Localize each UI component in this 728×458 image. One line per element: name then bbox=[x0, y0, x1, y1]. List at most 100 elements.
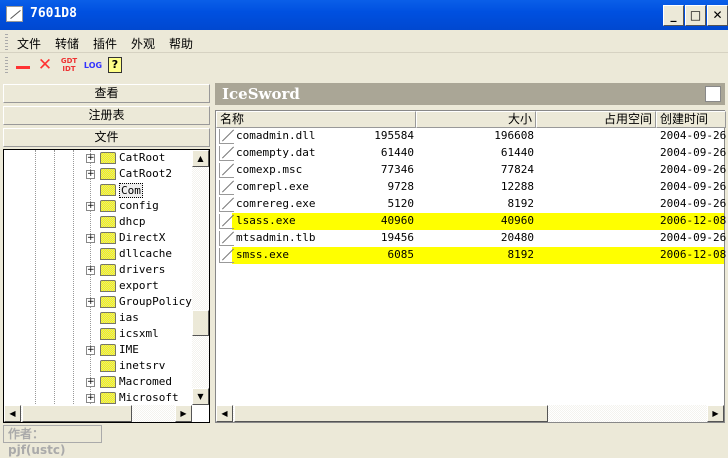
column-name[interactable]: 名称 bbox=[216, 111, 416, 128]
scroll-down-button[interactable]: ▼ bbox=[192, 388, 209, 405]
tree-horizontal-scrollbar[interactable]: ◀ ▶ bbox=[4, 405, 192, 422]
expand-icon[interactable]: + bbox=[86, 266, 95, 275]
tree-item[interactable]: export bbox=[4, 278, 194, 294]
menu-plugins[interactable]: 插件 bbox=[93, 35, 117, 52]
column-created[interactable]: 创建时间 bbox=[656, 111, 726, 128]
folder-icon bbox=[100, 168, 116, 180]
tree-item-label: export bbox=[119, 279, 159, 292]
scroll-left-button[interactable]: ◀ bbox=[216, 405, 233, 422]
folder-icon bbox=[100, 184, 116, 196]
tree-item[interactable]: dhcp bbox=[4, 214, 194, 230]
expand-icon[interactable]: + bbox=[86, 378, 95, 387]
file-size: 195584 bbox=[374, 129, 414, 142]
file-size: 77346 bbox=[380, 163, 414, 176]
file-name: comrepl.exe bbox=[236, 180, 309, 193]
gdt-label: GDT bbox=[60, 57, 78, 65]
folder-icon bbox=[100, 360, 116, 372]
list-horizontal-scrollbar[interactable]: ◀ ▶ bbox=[216, 405, 724, 422]
tree-item[interactable]: + DirectX bbox=[4, 230, 194, 246]
tree-item-label: dllcache bbox=[119, 247, 172, 260]
scroll-thumb[interactable] bbox=[192, 310, 209, 336]
file-row[interactable]: comadmin.dll 195584 196608 2004-09-26 bbox=[216, 128, 726, 145]
title-bar: 7601D8 _ □ ✕ bbox=[0, 0, 728, 30]
tree-item-label: inetsrv bbox=[119, 359, 166, 372]
file-row[interactable]: comempty.dat 61440 61440 2004-09-26 bbox=[216, 145, 726, 162]
folder-icon bbox=[100, 248, 116, 260]
file-allocated: 8192 bbox=[507, 197, 535, 210]
column-allocated[interactable]: 占用空间 bbox=[536, 111, 656, 128]
file-name: comrereg.exe bbox=[236, 197, 316, 210]
toolbar-grip[interactable] bbox=[5, 57, 8, 75]
expand-icon[interactable]: + bbox=[86, 298, 95, 307]
help-icon[interactable]: ? bbox=[108, 57, 122, 73]
tree-item[interactable]: + CatRoot2 bbox=[4, 166, 194, 182]
tree-item[interactable]: + GroupPolicy bbox=[4, 294, 194, 310]
menu-dump[interactable]: 转储 bbox=[55, 35, 79, 52]
file-row[interactable]: lsass.exe 40960 40960 2006-12-08 bbox=[216, 213, 727, 230]
minimize-icon[interactable] bbox=[16, 66, 30, 69]
menu-grip[interactable] bbox=[5, 34, 8, 50]
hscroll-thumb[interactable] bbox=[22, 405, 132, 422]
file-created: 2006-12-08 bbox=[660, 214, 727, 227]
folder-icon bbox=[100, 232, 116, 244]
file-row[interactable]: comexp.msc 77346 77824 2004-09-26 bbox=[216, 162, 726, 179]
tree-item[interactable]: + config bbox=[4, 198, 194, 214]
tree-item-label: dhcp bbox=[119, 215, 146, 228]
file-icon bbox=[219, 248, 234, 263]
file-allocated: 8192 bbox=[507, 248, 535, 261]
tree-item[interactable]: + drivers bbox=[4, 262, 194, 278]
expand-icon[interactable]: + bbox=[86, 202, 95, 211]
expand-icon[interactable]: + bbox=[86, 394, 95, 403]
close-button[interactable]: ✕ bbox=[707, 5, 728, 26]
tree-item[interactable]: dllcache bbox=[4, 246, 194, 262]
maximize-button[interactable]: □ bbox=[685, 5, 706, 26]
view-button[interactable]: 查看 bbox=[3, 84, 210, 103]
tree-item[interactable]: icsxml bbox=[4, 326, 194, 342]
log-button[interactable]: LOG bbox=[83, 57, 103, 75]
expand-icon[interactable]: + bbox=[86, 234, 95, 243]
tree-item[interactable]: + IME bbox=[4, 342, 194, 358]
idt-label: IDT bbox=[62, 65, 76, 73]
column-size[interactable]: 大小 bbox=[416, 111, 536, 128]
tree-item[interactable]: Com bbox=[4, 182, 194, 198]
tree-item[interactable]: inetsrv bbox=[4, 358, 194, 374]
menu-help[interactable]: 帮助 bbox=[169, 35, 193, 52]
folder-icon bbox=[100, 264, 116, 276]
file-row[interactable]: comrepl.exe 9728 12288 2004-09-26 bbox=[216, 179, 726, 196]
folder-tree[interactable]: + CatRoot + CatRoot2 Com + config dhcp + DirectX d… bbox=[3, 149, 210, 423]
file-row[interactable]: mtsadmin.tlb 19456 20480 2004-09-26 bbox=[216, 230, 726, 247]
gdt-idt-button[interactable]: GDT IDT bbox=[60, 57, 78, 75]
file-row[interactable]: smss.exe 6085 8192 2006-12-08 bbox=[216, 247, 726, 264]
scroll-up-button[interactable]: ▲ bbox=[192, 150, 209, 167]
hscroll-thumb[interactable] bbox=[234, 405, 548, 422]
folder-icon bbox=[100, 200, 116, 212]
file-name: smss.exe bbox=[236, 248, 289, 261]
expand-icon[interactable]: + bbox=[86, 346, 95, 355]
menu-file[interactable]: 文件 bbox=[17, 35, 41, 52]
folder-icon bbox=[100, 296, 116, 308]
tree-item[interactable]: ias bbox=[4, 310, 194, 326]
minimize-button[interactable]: _ bbox=[663, 5, 684, 26]
registry-button[interactable]: 注册表 bbox=[3, 106, 210, 125]
file-allocated: 77824 bbox=[500, 163, 534, 176]
file-row[interactable]: comrereg.exe 5120 8192 2004-09-26 bbox=[216, 196, 726, 213]
file-size: 5120 bbox=[387, 197, 415, 210]
tree-item-label: Com bbox=[119, 183, 143, 198]
file-name: lsass.exe bbox=[236, 214, 296, 227]
tree-item-label: CatRoot bbox=[119, 151, 166, 164]
kill-icon[interactable]: ✕ bbox=[37, 55, 53, 75]
scroll-left-button[interactable]: ◀ bbox=[4, 405, 21, 422]
tree-item[interactable]: + CatRoot bbox=[4, 150, 194, 166]
menu-appearance[interactable]: 外观 bbox=[131, 35, 155, 52]
toolbar: ✕ GDT IDT LOG ? bbox=[0, 54, 130, 78]
tree-vertical-scrollbar[interactable]: ▲ ▼ bbox=[192, 150, 209, 405]
file-allocated: 196608 bbox=[494, 129, 534, 142]
scroll-right-button[interactable]: ▶ bbox=[175, 405, 192, 422]
files-button[interactable]: 文件 bbox=[3, 128, 210, 147]
tree-item[interactable]: + Microsoft bbox=[4, 390, 194, 406]
tree-item[interactable]: + Macromed bbox=[4, 374, 194, 390]
scroll-right-button[interactable]: ▶ bbox=[707, 405, 724, 422]
expand-icon[interactable]: + bbox=[86, 170, 95, 179]
file-list[interactable]: 名称 大小 占用空间 创建时间 comadmin.dll 195584 196608… bbox=[215, 110, 727, 423]
expand-icon[interactable]: + bbox=[86, 154, 95, 163]
